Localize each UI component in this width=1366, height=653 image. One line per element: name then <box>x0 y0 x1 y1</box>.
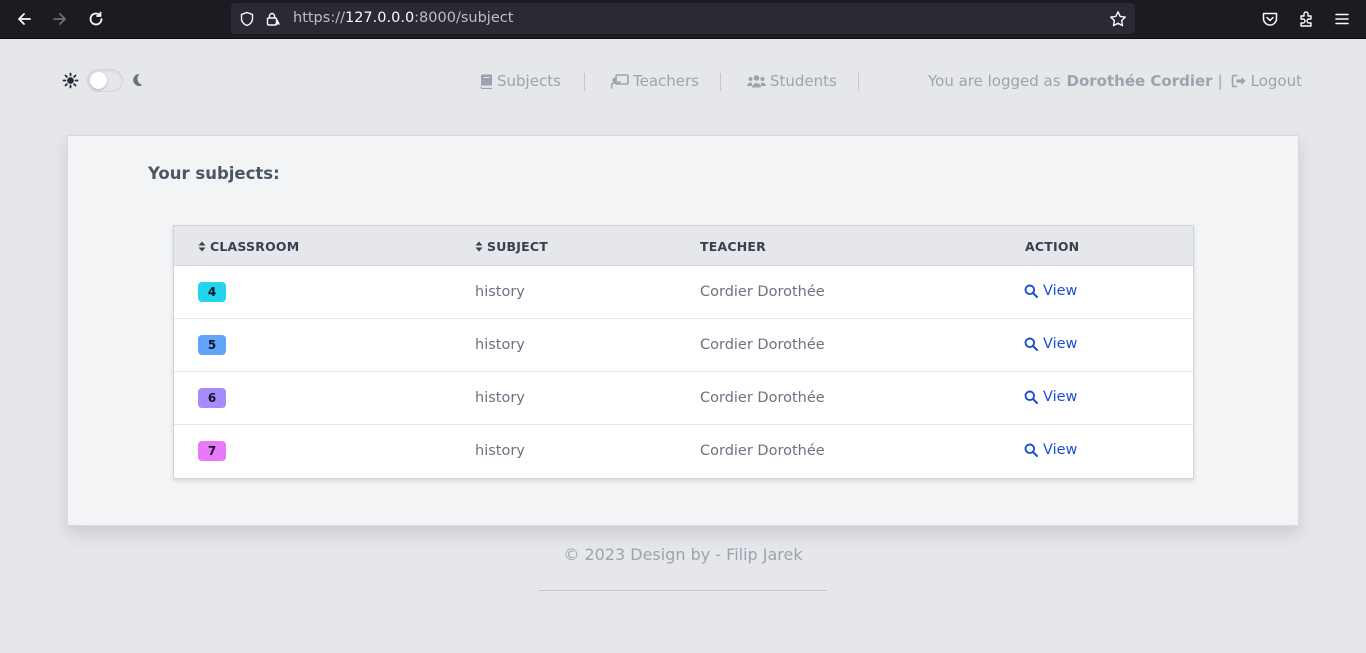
address-bar[interactable]: https://127.0.0.0:8000/subject <box>231 3 1135 34</box>
nav-separator <box>720 73 721 91</box>
header-teacher-label: TEACHER <box>700 239 766 254</box>
view-label: View <box>1043 336 1078 352</box>
shield-icon[interactable] <box>238 10 256 28</box>
nav-separator <box>584 73 585 91</box>
table-row: 7 history Cordier Dorothée View <box>174 425 1193 478</box>
forward-button[interactable] <box>49 8 71 30</box>
header-action-label: ACTION <box>1025 239 1080 254</box>
arrow-left-icon <box>18 13 31 25</box>
sun-icon <box>62 72 79 93</box>
view-link[interactable]: View <box>1024 283 1077 299</box>
teacher-cell: Cordier Dorothée <box>700 390 825 406</box>
theme-toggle[interactable] <box>62 68 152 94</box>
star-icon[interactable] <box>1109 10 1127 28</box>
subjects-table: CLASSROOM SUBJECT TEACHER ACTION 4 histo… <box>173 225 1194 479</box>
search-icon <box>1024 284 1038 298</box>
table-row: 4 history Cordier Dorothée View <box>174 266 1193 319</box>
nav-students[interactable]: Students <box>747 72 837 90</box>
subject-cell: history <box>475 443 525 459</box>
subject-cell: history <box>475 390 525 406</box>
back-button[interactable] <box>13 8 35 30</box>
insecure-lock-icon[interactable] <box>264 10 282 28</box>
nav-students-label: Students <box>770 72 837 90</box>
nav-subjects[interactable]: Subjects <box>480 72 561 90</box>
subjects-card: Your subjects: CLASSROOM SUBJECT TEACHER… <box>67 135 1299 526</box>
classroom-badge: 5 <box>198 335 226 355</box>
url-text[interactable]: https://127.0.0.0:8000/subject <box>293 10 513 26</box>
theme-switch-knob <box>90 72 107 89</box>
view-link[interactable]: View <box>1024 389 1077 405</box>
teacher-cell: Cordier Dorothée <box>700 443 825 459</box>
nav-teachers-label: Teachers <box>633 72 699 90</box>
user-info: You are logged as Dorothée Cordier | Log… <box>928 72 1302 90</box>
chalkboard-teacher-icon <box>611 73 629 89</box>
classroom-badge: 7 <box>198 441 226 461</box>
header-subject[interactable]: SUBJECT <box>475 239 548 254</box>
view-link[interactable]: View <box>1024 336 1077 352</box>
moon-icon <box>130 72 144 92</box>
classroom-badge: 6 <box>198 388 226 408</box>
user-name: Dorothée Cordier <box>1066 72 1213 90</box>
users-icon <box>747 75 766 88</box>
table-header: CLASSROOM SUBJECT TEACHER ACTION <box>174 226 1193 266</box>
sign-out-icon <box>1231 74 1246 88</box>
header-subject-label: SUBJECT <box>487 239 548 254</box>
view-label: View <box>1043 283 1078 299</box>
classroom-badge: 4 <box>198 282 226 302</box>
logout-label: Logout <box>1250 72 1302 90</box>
teacher-cell: Cordier Dorothée <box>700 337 825 353</box>
menu-icon[interactable] <box>1331 8 1353 30</box>
theme-switch[interactable] <box>87 69 123 92</box>
nav-subjects-label: Subjects <box>497 72 561 90</box>
footer-divider <box>539 590 827 591</box>
page-title: Your subjects: <box>148 164 280 183</box>
view-label: View <box>1043 389 1078 405</box>
pocket-icon[interactable] <box>1259 8 1281 30</box>
logged-as-text: You are logged as <box>927 72 1061 90</box>
header-action: ACTION <box>1025 239 1079 254</box>
user-separator: | <box>1217 72 1223 90</box>
view-link[interactable]: View <box>1024 442 1077 458</box>
subject-cell: history <box>475 337 525 353</box>
header-teacher: TEACHER <box>700 239 766 254</box>
arrow-right-icon <box>53 13 66 25</box>
subject-cell: history <box>475 284 525 300</box>
sort-icon <box>198 241 206 252</box>
view-label: View <box>1043 442 1078 458</box>
search-icon <box>1024 337 1038 351</box>
nav-teachers[interactable]: Teachers <box>611 72 699 90</box>
header-classroom-label: CLASSROOM <box>210 239 300 254</box>
reload-icon <box>89 11 103 26</box>
reload-button[interactable] <box>85 8 107 30</box>
nav-separator <box>858 73 859 91</box>
book-icon <box>480 74 492 89</box>
table-row: 6 history Cordier Dorothée View <box>174 372 1193 425</box>
header-classroom[interactable]: CLASSROOM <box>198 239 299 254</box>
teacher-cell: Cordier Dorothée <box>700 284 825 300</box>
search-icon <box>1024 390 1038 404</box>
footer-text: © 2023 Design by - Filip Jarek <box>563 545 803 564</box>
sort-icon <box>475 241 483 252</box>
browser-toolbar: https://127.0.0.0:8000/subject <box>0 0 1366 39</box>
search-icon <box>1024 443 1038 457</box>
logout-link[interactable]: Logout <box>1231 72 1302 90</box>
table-row: 5 history Cordier Dorothée View <box>174 319 1193 372</box>
extensions-icon[interactable] <box>1295 8 1317 30</box>
